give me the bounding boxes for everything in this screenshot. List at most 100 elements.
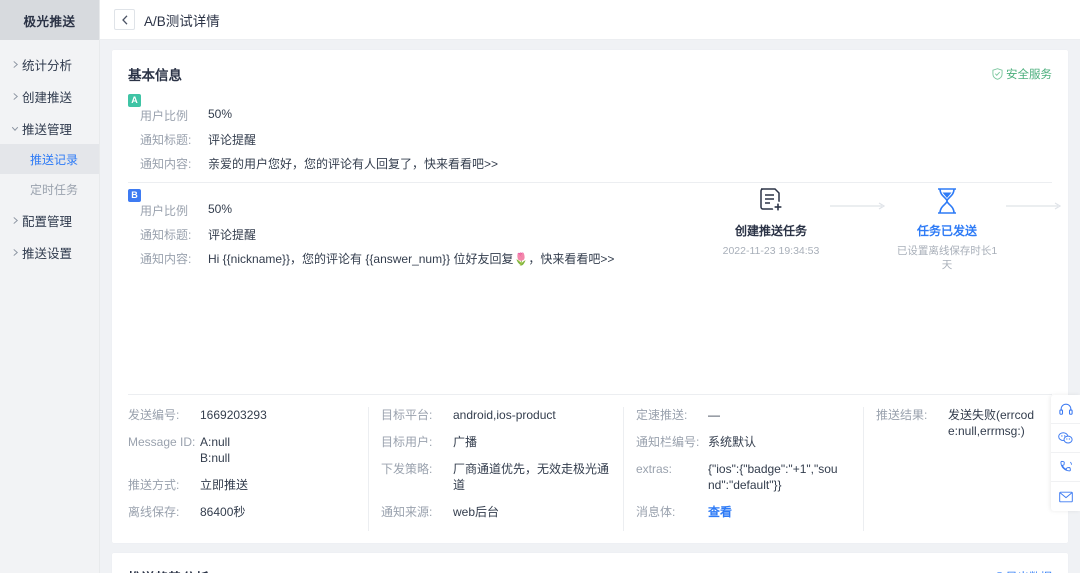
detail-column-1: 发送编号: 1669203293 Message ID: A:null B:nu… — [128, 407, 368, 531]
detail-label: 定速推送: — [636, 408, 688, 422]
phone-button[interactable] — [1051, 453, 1080, 482]
detail-value: 发送失败(errcode:null,errmsg:) — [948, 408, 1035, 438]
customer-service-button[interactable] — [1051, 395, 1080, 424]
chevron-left-icon — [121, 14, 127, 25]
detail-row: 目标平台: android,ios-product — [381, 407, 613, 423]
hourglass-icon — [888, 182, 1006, 220]
sidebar-item-push-settings[interactable]: 推送设置 — [0, 236, 99, 268]
trend-header: 推送趋势分析 ? — [128, 567, 1052, 573]
back-button[interactable] — [114, 9, 135, 30]
content-area: 基本信息 安全服务 A 用户比例 50% 通知标题: 评论提醒 通知内容: 亲爱… — [100, 40, 1080, 573]
detail-label: 推送方式: — [128, 478, 180, 492]
sidebar: 极光推送 统计分析 创建推送 推送管理 推送记录 定时任务 配置管理 推送设置 — [0, 0, 100, 573]
shield-check-icon — [992, 68, 1003, 80]
sidebar-item-create-push[interactable]: 创建推送 — [0, 80, 99, 112]
sidebar-item-scheduled-tasks[interactable]: 定时任务 — [0, 174, 99, 204]
detail-value: — — [708, 408, 720, 422]
field-value: Hi {{nickname}}，您的评论有 {{answer_num}} 位好友… — [208, 252, 615, 266]
document-plus-icon — [712, 182, 830, 220]
detail-row: 发送编号: 1669203293 — [128, 407, 358, 423]
chevron-right-icon — [8, 60, 22, 68]
page-title: A/B测试详情 — [144, 13, 220, 29]
push-timeline: 创建推送任务 2022-11-23 19:34:53 任务已发送 已设置离线保存… — [712, 182, 1080, 272]
sidebar-subitem-label: 定时任务 — [30, 182, 79, 197]
sidebar-item-label: 推送设置 — [22, 246, 73, 261]
export-data-button[interactable]: 导出数据 — [991, 569, 1052, 573]
view-message-body-link[interactable]: 查看 — [708, 504, 732, 520]
sidebar-item-push-records[interactable]: 推送记录 — [0, 144, 99, 174]
check-square-icon — [1064, 182, 1080, 220]
sidebar-nav: 统计分析 创建推送 推送管理 推送记录 定时任务 配置管理 推送设置 — [0, 40, 99, 268]
detail-value: A:null B:null — [200, 434, 230, 466]
detail-value: android,ios-product — [453, 408, 556, 422]
field-row: 通知标题: 评论提醒 — [140, 131, 1052, 155]
detail-row: 离线保存: 86400秒 — [128, 504, 358, 520]
field-label: 通知标题: — [140, 133, 192, 147]
floating-contact-toolbar — [1051, 395, 1080, 511]
mail-button[interactable] — [1051, 482, 1080, 511]
timeline-step-success: 推送成功 ? 预计2022-11-24 19:34:53 完成推送 — [1064, 182, 1080, 272]
detail-row: 推送方式: 立即推送 — [128, 477, 358, 493]
field-label: 用户比例 — [140, 204, 189, 218]
trend-analysis-card: 推送趋势分析 ? — [112, 553, 1068, 573]
field-value: 50% — [208, 107, 233, 121]
timeline-step-label: 任务已发送 — [916, 224, 977, 238]
sidebar-item-label: 创建推送 — [22, 90, 73, 105]
detail-label: 下发策略: — [381, 462, 433, 476]
detail-row: 推送结果: 发送失败(errcode:null,errmsg:) — [876, 407, 1042, 439]
field-value: 评论提醒 — [208, 228, 257, 242]
sidebar-item-statistics[interactable]: 统计分析 — [0, 48, 99, 80]
sidebar-item-push-management[interactable]: 推送管理 — [0, 112, 99, 144]
chevron-right-icon — [8, 248, 22, 256]
detail-value: {"ios":{"badge":"+1","sound":"default"}} — [708, 462, 838, 492]
safe-service-label: 安全服务 — [1006, 69, 1052, 81]
timeline-step-label: 创建推送任务 — [734, 224, 807, 238]
field-row: 用户比例 50% — [140, 107, 1052, 131]
detail-value: 1669203293 — [200, 408, 267, 422]
safe-service-badge: 安全服务 — [992, 66, 1052, 82]
help-icon[interactable]: ? — [215, 570, 225, 573]
export-data-label: 导出数据 — [1006, 569, 1052, 573]
detail-value: 86400秒 — [200, 505, 246, 519]
detail-row: 通知来源: web后台 — [381, 504, 613, 520]
basic-info-title: 基本信息 — [128, 68, 182, 83]
detail-label: 目标平台: — [381, 408, 433, 422]
variant-b-tag: B — [128, 189, 141, 202]
detail-label: 通知栏编号: — [636, 435, 700, 449]
timeline-arrow — [1006, 182, 1064, 210]
field-label: 用户比例 — [140, 109, 189, 123]
trend-title: 推送趋势分析 — [128, 567, 209, 573]
chevron-right-icon — [8, 92, 22, 100]
detail-value: 厂商通道优先，无效走极光通道 — [453, 462, 610, 492]
basic-info-header: 基本信息 安全服务 — [128, 64, 1052, 84]
variant-a-tag: A — [128, 94, 141, 107]
phone-icon — [1059, 460, 1072, 472]
field-label: 通知内容: — [140, 252, 192, 266]
main-pane: A/B测试详情 基本信息 安全服务 A 用户比例 50% 通知标题: 评论提醒 … — [100, 0, 1080, 573]
detail-value: 立即推送 — [200, 478, 249, 492]
app-root: 极光推送 统计分析 创建推送 推送管理 推送记录 定时任务 配置管理 推送设置 … — [0, 0, 1080, 573]
mail-icon — [1058, 491, 1073, 502]
detail-column-2: 目标平台: android,ios-product 目标用户: 广播 下发策略:… — [368, 407, 623, 531]
timeline-step-sub: 2022-11-23 19:34:53 — [722, 245, 820, 257]
detail-label: Message ID: — [128, 435, 196, 449]
field-row: 通知内容: 亲爱的用户您好，您的评论有人回复了，快来看看吧>> — [140, 155, 1052, 179]
detail-row: 目标用户: 广播 — [381, 434, 613, 450]
detail-value-line: A:null — [200, 435, 231, 449]
sidebar-item-config-management[interactable]: 配置管理 — [0, 204, 99, 236]
brand-logo[interactable]: 极光推送 — [0, 0, 99, 40]
sidebar-item-label: 配置管理 — [22, 214, 73, 229]
basic-info-card: 基本信息 安全服务 A 用户比例 50% 通知标题: 评论提醒 通知内容: 亲爱… — [112, 50, 1068, 543]
sidebar-item-label: 推送管理 — [22, 122, 73, 137]
detail-value: 系统默认 — [708, 435, 757, 449]
detail-row: 下发策略: 厂商通道优先，无效走极光通道 — [381, 461, 613, 493]
detail-value: web后台 — [453, 505, 500, 519]
detail-label: extras: — [636, 462, 673, 476]
detail-label: 通知来源: — [381, 505, 433, 519]
detail-value: 广播 — [453, 435, 478, 449]
topbar: A/B测试详情 — [100, 0, 1080, 40]
trend-title-wrap: 推送趋势分析 ? — [128, 567, 225, 573]
wechat-button[interactable] — [1051, 424, 1080, 453]
chevron-right-icon — [8, 216, 22, 224]
timeline-step-sent: 任务已发送 已设置离线保存时长1天 — [888, 182, 1006, 272]
